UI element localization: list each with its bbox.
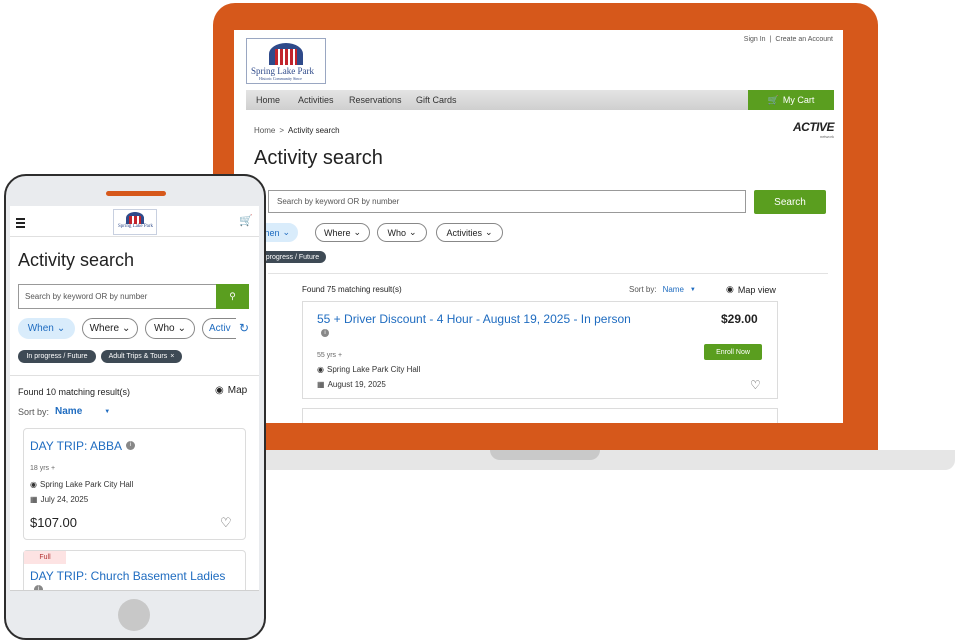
- close-icon[interactable]: ×: [170, 353, 174, 360]
- sort-select[interactable]: Name: [663, 285, 684, 294]
- cart-icon[interactable]: 🛒: [239, 214, 253, 227]
- favorite-heart-icon[interactable]: ♡: [750, 378, 761, 392]
- results-count: Found 75 matching result(s): [302, 285, 402, 294]
- info-icon[interactable]: i: [321, 329, 329, 337]
- mobile-page-title: Activity search: [18, 250, 135, 270]
- mobile-filter-where[interactable]: Where ⌄: [82, 318, 138, 339]
- divider: [10, 375, 259, 376]
- mobile-filter-who[interactable]: Who ⌄: [145, 318, 195, 339]
- nav-gift-cards[interactable]: Gift Cards: [416, 95, 457, 105]
- refresh-icon[interactable]: ↻: [239, 321, 249, 335]
- search-icon: ⚲: [229, 291, 236, 301]
- map-pin-icon: ◉: [317, 365, 324, 374]
- enroll-now-button[interactable]: Enroll Now: [704, 344, 762, 360]
- filter-where[interactable]: Where ⌄: [315, 223, 370, 242]
- info-icon[interactable]: i: [126, 441, 135, 450]
- activity-date: August 19, 2025: [327, 380, 386, 389]
- laptop-notch: [490, 450, 600, 460]
- logo-name: Spring Lake Park: [251, 66, 314, 76]
- divider: [268, 273, 828, 274]
- active-network-logo: ACTIVE network: [792, 120, 835, 139]
- mobile-search-button[interactable]: ⚲: [216, 284, 249, 309]
- favorite-heart-icon[interactable]: ♡: [220, 515, 232, 531]
- page-title: Activity search: [254, 147, 383, 169]
- hamburger-menu-icon[interactable]: [16, 218, 25, 230]
- nav-home[interactable]: Home: [256, 95, 280, 105]
- cart-icon: 🛒: [767, 94, 779, 105]
- mobile-filter-activities[interactable]: Activ: [202, 318, 236, 339]
- chevron-down-icon: ⌄: [177, 323, 186, 334]
- breadcrumb-home[interactable]: Home: [254, 126, 275, 135]
- info-icon[interactable]: i: [34, 585, 43, 590]
- chevron-down-icon: ⌄: [56, 323, 66, 334]
- mobile-activity-title[interactable]: DAY TRIP: ABBA: [30, 439, 122, 453]
- mobile-activity-card-2[interactable]: Full DAY TRIP: Church Basement Ladies i: [23, 550, 246, 590]
- mobile-screen: Spring Lake Park 🛒 Activity search Searc…: [10, 206, 259, 591]
- breadcrumb: Home > Activity search: [254, 126, 340, 135]
- filter-who[interactable]: Who ⌄: [377, 223, 427, 242]
- chevron-down-icon: ⌄: [282, 227, 291, 237]
- activity-price: $29.00: [721, 312, 758, 326]
- mobile-sort-select[interactable]: Name: [55, 406, 82, 417]
- calendar-icon: ▦: [30, 495, 38, 504]
- sign-in-link[interactable]: Sign In: [744, 36, 766, 43]
- activity-age: 55 yrs +: [317, 352, 343, 359]
- mobile-site-logo[interactable]: Spring Lake Park: [113, 209, 157, 235]
- header-separator: |: [769, 36, 772, 43]
- nav-activities[interactable]: Activities: [298, 95, 334, 105]
- activity-location: Spring Lake Park City Hall: [326, 365, 421, 374]
- phone-home-button[interactable]: [118, 599, 150, 631]
- mobile-search-input[interactable]: Search by keyword OR by number: [18, 284, 217, 309]
- chevron-down-icon: ⌄: [353, 227, 362, 237]
- mobile-logo-name: Spring Lake Park: [118, 224, 153, 229]
- status-badge-full: Full: [24, 551, 66, 564]
- chevron-down-icon: ⌄: [484, 227, 493, 237]
- sort-label: Sort by:: [629, 285, 657, 294]
- mobile-sort-label: Sort by:: [18, 406, 50, 417]
- search-button[interactable]: Search: [754, 190, 826, 214]
- mobile-chip-adult-trips[interactable]: Adult Trips & Tours ×: [101, 350, 182, 363]
- activity-title-link[interactable]: 55 + Driver Discount - 4 Hour - August 1…: [317, 312, 631, 326]
- header-divider: [10, 236, 259, 237]
- mobile-results-count: Found 10 matching result(s): [18, 387, 131, 397]
- activity-card[interactable]: 55 + Driver Discount - 4 Hour - August 1…: [302, 301, 778, 399]
- mobile-filter-when[interactable]: When ⌄: [18, 318, 75, 339]
- chevron-down-icon: ⌄: [408, 227, 417, 237]
- mobile-activity-card[interactable]: DAY TRIP: ABBA i 18 yrs + ◉ Spring Lake …: [23, 428, 246, 540]
- map-view-toggle[interactable]: ◉ Map view: [726, 284, 776, 295]
- cart-label: My Cart: [782, 95, 815, 105]
- mobile-activity-date: July 24, 2025: [40, 495, 89, 504]
- create-account-link[interactable]: Create an Account: [775, 36, 833, 43]
- filter-activities[interactable]: Activities ⌄: [436, 223, 503, 242]
- main-nav: Home Activities Reservations Gift Cards …: [246, 90, 834, 110]
- chevron-down-icon: ⌄: [122, 323, 131, 334]
- calendar-icon: ▦: [317, 380, 325, 389]
- mobile-activity-location: Spring Lake Park City Hall: [39, 480, 134, 489]
- mobile-map-toggle[interactable]: ◉ Map: [215, 385, 247, 396]
- breadcrumb-current: Activity search: [288, 126, 340, 135]
- caret-down-icon[interactable]: ▼: [104, 409, 110, 415]
- mobile-activity-age: 18 yrs +: [30, 465, 56, 472]
- activity-card-next[interactable]: [302, 408, 778, 423]
- site-logo[interactable]: Spring Lake Park Historic Community Sinc…: [246, 38, 326, 84]
- map-pin-icon: ◉: [215, 385, 224, 396]
- mobile-chip-in-progress[interactable]: In progress / Future: [18, 350, 96, 363]
- map-pin-icon: ◉: [726, 284, 734, 294]
- map-pin-icon: ◉: [30, 480, 37, 489]
- desktop-screen: Spring Lake Park Historic Community Sinc…: [234, 30, 843, 423]
- caret-down-icon[interactable]: ▼: [690, 287, 696, 293]
- search-input[interactable]: Search by keyword OR by number: [268, 190, 746, 213]
- logo-tagline: Historic Community Since: [259, 76, 302, 81]
- nav-reservations[interactable]: Reservations: [349, 95, 402, 105]
- my-cart-button[interactable]: 🛒 My Cart: [748, 90, 834, 110]
- mobile-activity-price: $107.00: [30, 515, 77, 530]
- mobile-activity-title-2[interactable]: DAY TRIP: Church Basement Ladies: [30, 569, 225, 583]
- phone-speaker: [106, 191, 166, 196]
- breadcrumb-sep: >: [279, 126, 285, 135]
